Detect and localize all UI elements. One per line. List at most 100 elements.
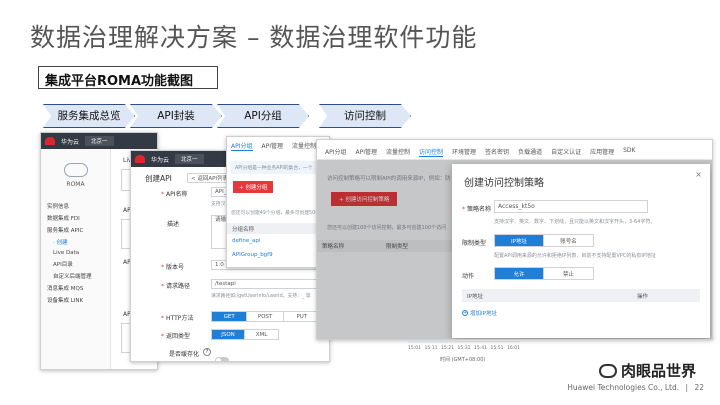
plus-circle-icon: + <box>462 310 468 316</box>
request-path-hint: 请求路径如:/getUserInfo/userId。支持：_ 等 <box>211 294 311 299</box>
huawei-logo-icon <box>45 137 55 145</box>
tab-app-manage[interactable]: 应用管理 <box>590 147 614 157</box>
tab-custom-auth[interactable]: 自定义认证 <box>551 147 581 157</box>
sidebar-item-instance-info[interactable]: 实例信息 <box>41 200 110 212</box>
screenshot-api-group: API分组 API管理 流量控制 API分组是一种业务API的集合，一个 + 创… <box>226 136 330 268</box>
type-account-option[interactable]: 账号名 <box>544 235 593 246</box>
sidebar-item-fdi[interactable]: 数据集成 FDI <box>41 212 110 224</box>
http-method-selector: GET POST PUT <box>211 311 321 322</box>
type-ip-option[interactable]: IP地址 <box>495 235 545 246</box>
screenshot-access-control: API分组 API管理 流量控制 访问控制 环境管理 签名密钥 负载通道 自定义… <box>316 139 713 340</box>
chart-fragment-axis <box>408 341 520 343</box>
chart-tick-row: 15:01 15:11 15:21 15:31 15:41 15:51 16:01 <box>408 346 520 351</box>
sidebar-item-link[interactable]: 设备集成 LINK <box>41 294 110 306</box>
quota-text: 您还可以创建49个分组，最多可创建50个 <box>231 211 320 216</box>
page-title: 创建API <box>145 174 172 183</box>
product-name: ROMA <box>66 181 85 188</box>
policy-name-hint: 支持汉字、英文、数字、下划线，且只能以英文和汉字开头，3-64字符。 <box>494 219 656 225</box>
method-post-option[interactable]: POST <box>247 312 284 321</box>
sidebar-item-mqs[interactable]: 消息集成 MQS <box>41 282 110 294</box>
http-method-label: * HTTP方法 <box>161 315 194 322</box>
top-navbar: 华为云 北京一 <box>41 133 157 149</box>
chart-tick-label: 15:51 <box>490 346 504 351</box>
restrict-type-selector: IP地址 账号名 <box>494 234 594 247</box>
brand-name: 华为云 <box>61 138 80 146</box>
chart-x-label: 时间 (GMT+08:00) <box>440 357 486 363</box>
return-type-label: * 返回类型 <box>161 333 191 340</box>
tab-access-control[interactable]: 访问控制 <box>419 147 444 157</box>
tab-signature-key[interactable]: 签名密钥 <box>485 147 509 157</box>
region-select[interactable]: 北京一 <box>175 154 204 164</box>
action-allow-option[interactable]: 允许 <box>495 268 545 279</box>
dialog-title: 创建访问控制策略 <box>464 178 544 189</box>
tab-flow-control[interactable]: 流量控制 <box>386 147 410 157</box>
footer-company: Huawei Technologies Co., Ltd. <box>567 383 680 392</box>
api-group-tabs: API分组 API管理 流量控制 <box>231 141 316 151</box>
tab-api-manage[interactable]: API管理 <box>262 141 284 151</box>
column-operation: 操作 <box>637 293 649 300</box>
policy-name-label: * 策略名称 <box>462 206 492 213</box>
tab-api-group[interactable]: API分组 <box>325 147 347 157</box>
wechat-icon <box>598 363 617 378</box>
brand-name: 华为云 <box>151 156 170 164</box>
table-row[interactable]: APIGroup_bgf9 <box>232 252 273 258</box>
chart-tick-label: 15:31 <box>457 346 471 351</box>
sidebar-item-api-catalog[interactable]: API目录 <box>41 258 110 270</box>
tab-api-group[interactable]: API分组 <box>231 141 253 151</box>
page-number: 22 <box>694 383 704 392</box>
step-access-control: 访问控制 <box>319 104 411 128</box>
api-name-hint: 支持汉 <box>211 202 226 207</box>
huawei-logo-icon <box>135 155 145 163</box>
sidebar-item-apic[interactable]: 服务集成 APIC <box>41 224 110 236</box>
method-put-option[interactable]: PUT <box>284 312 320 321</box>
region-select[interactable]: 北京一 <box>85 136 114 146</box>
slide-title: 数据治理解决方案 – 数据治理软件功能 <box>30 23 478 52</box>
access-control-tabs: API分组 API管理 流量控制 访问控制 环境管理 签名密钥 负载通道 自定义… <box>325 147 635 157</box>
step-api-wrap: API封装 <box>130 104 222 128</box>
chart-tick-label: 15:11 <box>424 346 438 351</box>
column-ip: IP地址 <box>467 293 483 300</box>
version-label: * 版本号 <box>161 264 185 271</box>
chart-tick-label: 15:41 <box>474 346 487 351</box>
cache-toggle[interactable] <box>215 357 229 361</box>
policy-name-input[interactable]: Access_kt5o <box>494 200 648 213</box>
tab-flow-control[interactable]: 流量控制 <box>292 141 316 151</box>
tab-environment[interactable]: 环境管理 <box>452 147 476 157</box>
tab-api-manage[interactable]: API管理 <box>356 147 378 157</box>
chart-tick-label: 15:01 <box>408 346 421 351</box>
description-label: 描述 <box>167 221 180 228</box>
ip-table-header: IP地址 操作 <box>462 289 700 302</box>
chart-tick-label: 15:21 <box>441 346 454 351</box>
close-icon[interactable]: × <box>695 170 702 179</box>
table-header: 分组名称 <box>227 223 329 234</box>
chart-fragment: 15:01 15:11 15:21 15:31 15:41 15:51 16:01 时间 (… <box>408 338 520 368</box>
restrict-type-hint: 配置API调用来源的允许和拒绝IP列表，目前不支持配置VPC的私有IP地址 <box>494 253 656 259</box>
request-path-label: * 请求路径 <box>161 283 191 290</box>
table-row[interactable]: define_api <box>232 238 260 244</box>
slide-subtitle: 集成平台ROMA功能截图 <box>38 66 218 89</box>
action-deny-option[interactable]: 禁止 <box>544 268 593 279</box>
sidebar: ROMA 实例信息 数据集成 FDI 服务集成 APIC · 创建 Live D… <box>41 149 111 369</box>
tab-sdk[interactable]: SDK <box>623 147 635 157</box>
type-json-option[interactable]: JSON <box>212 330 246 339</box>
add-ip-link[interactable]: + 增加IP地址 <box>462 309 497 317</box>
tab-load-channel[interactable]: 负载通道 <box>518 147 542 157</box>
info-banner: API分组是一种业务API的集合，一个 <box>231 161 329 174</box>
cache-label: 是否缓存化 <box>169 351 200 358</box>
cloud-icon <box>63 163 88 177</box>
create-group-button[interactable]: + 创建分组 <box>233 181 274 193</box>
api-name-label: * API名称 <box>161 191 188 198</box>
sidebar-item-create[interactable]: · 创建 <box>41 236 110 248</box>
sidebar-item-custom-backend[interactable]: 自定义后端管理 <box>41 270 110 282</box>
request-path-input[interactable]: /testapi <box>211 279 321 289</box>
help-icon[interactable]: ? <box>203 348 211 356</box>
action-label: 动作 <box>462 273 475 280</box>
step-service-overview: 服务集成总览 <box>43 104 135 128</box>
method-get-option[interactable]: GET <box>212 312 248 321</box>
sidebar-item-live-data[interactable]: Live Data <box>41 248 110 258</box>
watermark: 肉眼品世界 <box>598 360 696 381</box>
restrict-type-label: 限制类型 <box>462 240 487 247</box>
return-type-selector: JSON XML <box>211 329 279 340</box>
type-xml-option[interactable]: XML <box>245 330 278 339</box>
create-policy-dialog: 创建访问控制策略 × * 策略名称 Access_kt5o 支持汉字、英文、数字、… <box>452 164 710 338</box>
